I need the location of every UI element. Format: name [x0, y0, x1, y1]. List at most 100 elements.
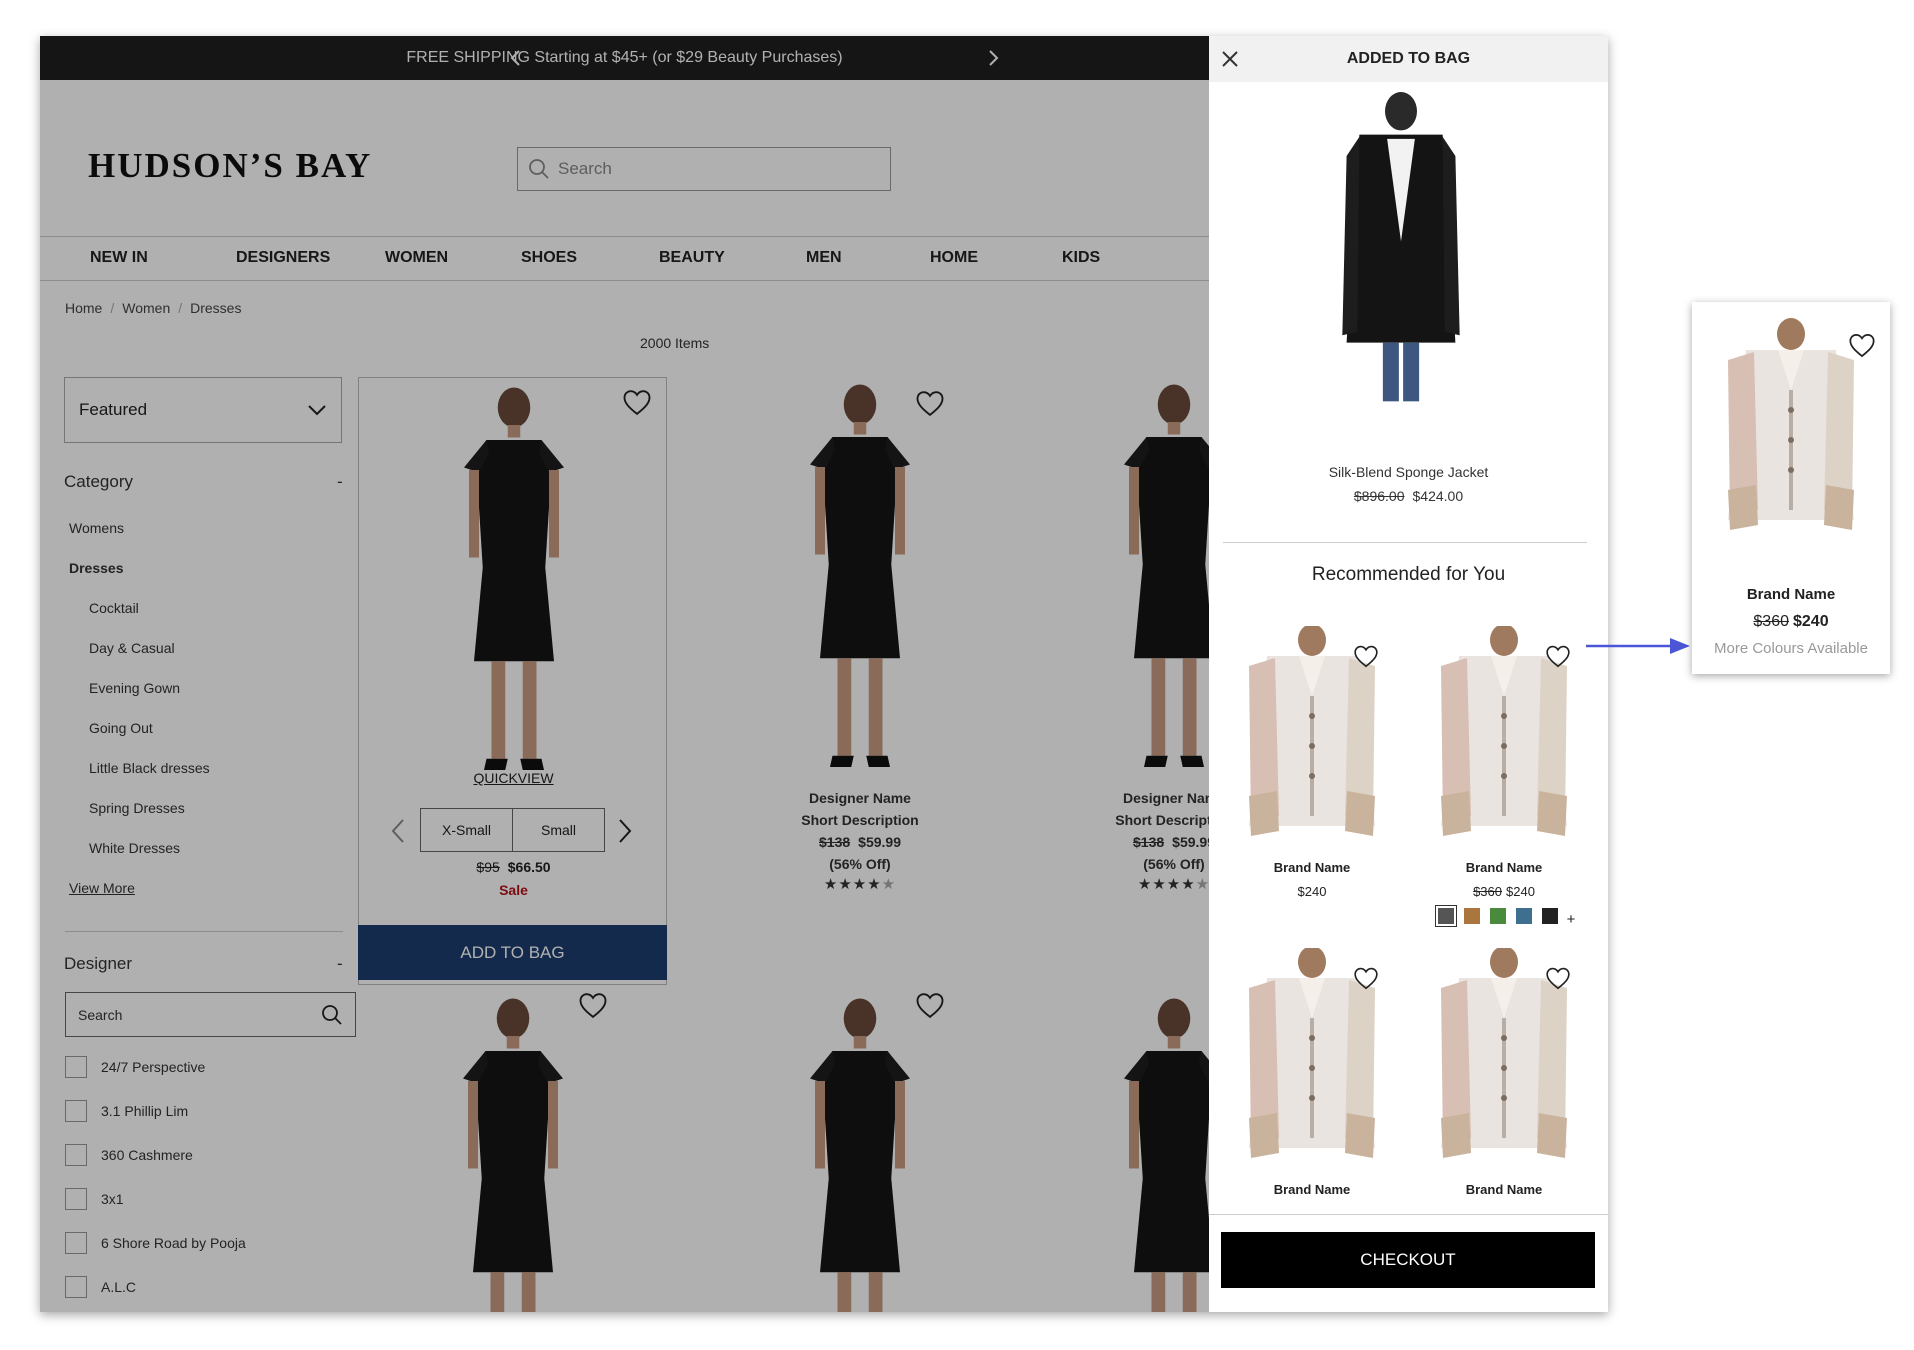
nav-women[interactable]: WOMEN [385, 249, 448, 267]
quickview-link[interactable]: QUICKVIEW [359, 770, 668, 786]
colour-swatch[interactable] [1434, 905, 1457, 927]
product-card[interactable] [1099, 991, 1209, 1312]
checkbox[interactable] [65, 1056, 87, 1078]
product-image[interactable] [1099, 991, 1209, 1312]
category-item[interactable]: Day & Casual [89, 640, 175, 656]
close-icon[interactable] [1221, 50, 1239, 68]
heart-icon[interactable] [1545, 644, 1571, 668]
nav-designers[interactable]: DESIGNERS [236, 249, 330, 267]
nav-new-in[interactable]: NEW IN [90, 249, 148, 267]
product-image[interactable] [1099, 377, 1209, 777]
brand-name: Brand Name [1273, 860, 1351, 875]
heart-icon[interactable] [622, 388, 652, 416]
heart-icon[interactable] [1353, 644, 1379, 668]
product-card[interactable]: Designer Name Short Description $138 $59.… [730, 377, 990, 937]
star-rating: ★★★★★ [1137, 876, 1209, 893]
site-search-box[interactable]: Search [517, 147, 891, 191]
designer-search-input[interactable]: Search [65, 992, 356, 1037]
designer-checkbox-item[interactable]: 3.1 Phillip Lim [65, 1100, 188, 1122]
product-image[interactable] [438, 991, 588, 1312]
checkbox[interactable] [65, 1144, 87, 1166]
nav-men[interactable]: MEN [806, 249, 842, 267]
checkbox[interactable] [65, 1276, 87, 1298]
sort-dropdown[interactable]: Featured [64, 377, 342, 443]
nav-kids[interactable]: KIDS [1062, 249, 1100, 267]
heart-icon[interactable] [915, 389, 945, 417]
checkbox[interactable] [65, 1232, 87, 1254]
breadcrumb-home[interactable]: Home [65, 300, 102, 316]
bag-item-name[interactable]: Silk-Blend Sponge Jacket [1209, 464, 1608, 480]
designer-heading[interactable]: Designer - [64, 954, 343, 974]
browser-page: FREE SHIPPING Starting at $45+ (or $29 B… [40, 36, 1608, 1312]
heart-icon[interactable] [578, 991, 608, 1019]
colour-swatch[interactable] [1489, 908, 1506, 924]
collapse-toggle[interactable]: - [337, 472, 343, 492]
category-heading[interactable]: Category - [64, 472, 343, 492]
category-item[interactable]: Evening Gown [89, 680, 180, 696]
price: $240 [1297, 884, 1327, 899]
short-description: Short Description [1115, 812, 1209, 828]
category-item[interactable]: Little Black dresses [89, 760, 210, 776]
designer-checkbox-item[interactable]: 3x1 [65, 1188, 124, 1210]
star-rating: ★★★★★ [823, 876, 897, 893]
designer-checkbox-item[interactable]: A.L.C [65, 1276, 136, 1298]
nav-shoes[interactable]: SHOES [521, 249, 577, 267]
category-item[interactable]: Womens [69, 520, 124, 536]
product-image[interactable] [785, 991, 935, 1312]
category-item[interactable]: White Dresses [89, 840, 180, 856]
checkbox[interactable] [65, 1100, 87, 1122]
product-image[interactable] [785, 377, 935, 777]
more-colours-plus[interactable]: + [1567, 911, 1576, 928]
category-item[interactable]: Going Out [89, 720, 153, 736]
checkout-button[interactable]: CHECKOUT [1221, 1232, 1595, 1288]
sale-price: $424.00 [1412, 488, 1464, 504]
product-card[interactable]: Designer Name Short Description $138 $59.… [1044, 377, 1209, 937]
breadcrumb-women[interactable]: Women [122, 300, 170, 316]
add-to-bag-button[interactable]: ADD TO BAG [358, 925, 667, 980]
bag-item-image[interactable] [1321, 92, 1481, 412]
recommended-card[interactable]: Brand Name $360 $240 + [1415, 626, 1593, 928]
colour-swatch[interactable] [1515, 908, 1532, 924]
heart-icon[interactable] [1353, 966, 1379, 990]
colour-swatch[interactable] [1463, 908, 1480, 924]
product-image[interactable] [1716, 314, 1866, 546]
product-image[interactable] [439, 380, 589, 780]
category-item[interactable]: Cocktail [89, 600, 139, 616]
chevron-right-icon[interactable] [616, 818, 634, 844]
product-card[interactable] [785, 991, 944, 1312]
heart-icon[interactable] [1848, 332, 1876, 358]
product-card-quickview[interactable]: QUICKVIEW X-Small Small $95 $66.50 Sale [358, 377, 667, 985]
promo-text[interactable]: FREE SHIPPING Starting at $45+ (or $29 B… [406, 49, 842, 66]
colour-swatch[interactable] [1541, 908, 1558, 924]
recommended-card-detail[interactable]: Brand Name $360 $240 More Colours Availab… [1692, 302, 1890, 674]
chevron-left-icon[interactable] [506, 48, 526, 68]
recommended-card[interactable]: Brand Name $240 [1223, 626, 1401, 916]
recommended-card[interactable]: Brand Name [1223, 948, 1401, 1208]
checkbox[interactable] [65, 1188, 87, 1210]
chevron-left-icon[interactable] [389, 818, 407, 844]
panel-divider [1209, 1214, 1608, 1215]
designer-checkbox-item[interactable]: 24/7 Perspective [65, 1056, 205, 1078]
size-small[interactable]: Small [512, 809, 604, 851]
recommended-card[interactable]: Brand Name [1415, 948, 1593, 1208]
category-item[interactable]: Spring Dresses [89, 800, 185, 816]
nav-home[interactable]: HOME [930, 249, 978, 267]
price-row: $95 $66.50 [359, 859, 668, 875]
product-info: Designer Name Short Description $138 $59.… [730, 787, 990, 893]
breadcrumb: Home / Women / Dresses [65, 300, 241, 316]
nav-beauty[interactable]: BEAUTY [659, 249, 725, 267]
product-card[interactable] [438, 991, 607, 1312]
designer-checkbox-item[interactable]: 360 Cashmere [65, 1144, 193, 1166]
view-more-link[interactable]: View More [69, 880, 135, 896]
chevron-right-icon[interactable] [983, 48, 1003, 68]
more-colours-note[interactable]: More Colours Available [1692, 640, 1890, 657]
collapse-toggle[interactable]: - [337, 954, 343, 974]
search-icon [322, 1004, 342, 1025]
category-item[interactable]: Dresses [69, 560, 124, 576]
heart-icon[interactable] [915, 991, 945, 1019]
old-price: $360 [1753, 613, 1789, 630]
size-xsmall[interactable]: X-Small [421, 809, 512, 851]
heart-icon[interactable] [1545, 966, 1571, 990]
site-logo[interactable]: HUDSON’S BAY [88, 146, 372, 186]
designer-checkbox-item[interactable]: 6 Shore Road by Pooja [65, 1232, 246, 1254]
